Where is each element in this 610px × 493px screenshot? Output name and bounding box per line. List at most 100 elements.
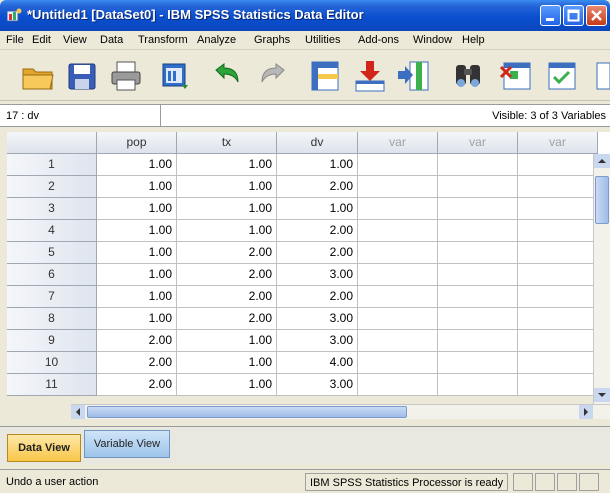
open-folder-icon[interactable]: [20, 59, 56, 93]
undo-icon[interactable]: [208, 59, 244, 93]
tab-variable-view[interactable]: Variable View: [84, 430, 170, 458]
cell-tx[interactable]: 2.00: [177, 308, 277, 330]
menu-view[interactable]: View: [63, 34, 87, 46]
cell-tx[interactable]: 1.00: [177, 154, 277, 176]
empty-cell[interactable]: [518, 176, 598, 198]
cell-pop[interactable]: 1.00: [97, 154, 177, 176]
empty-cell[interactable]: [358, 220, 438, 242]
row-header[interactable]: 4: [7, 220, 97, 242]
column-header-dv[interactable]: dv: [277, 132, 358, 154]
cell-pop[interactable]: 1.00: [97, 242, 177, 264]
cell-pop[interactable]: 2.00: [97, 352, 177, 374]
empty-cell[interactable]: [358, 286, 438, 308]
empty-cell[interactable]: [358, 198, 438, 220]
horizontal-scrollbar[interactable]: [71, 404, 610, 419]
cell-dv[interactable]: 2.00: [277, 286, 358, 308]
insert-cases-icon[interactable]: [352, 59, 388, 93]
goto-case-icon[interactable]: [306, 59, 342, 93]
empty-cell[interactable]: [518, 286, 598, 308]
cell-tx[interactable]: 1.00: [177, 330, 277, 352]
cell-dv[interactable]: 1.00: [277, 154, 358, 176]
menu-transform[interactable]: Transform: [138, 34, 188, 46]
row-header[interactable]: 10: [7, 352, 97, 374]
menu-data[interactable]: Data: [100, 34, 123, 46]
data-grid[interactable]: pop tx dv var var var 1 1.00 1.00 1.00 2 1.00 1.00 2.…: [7, 132, 610, 396]
cell-tx[interactable]: 1.00: [177, 374, 277, 396]
save-icon[interactable]: [64, 59, 100, 93]
empty-cell[interactable]: [438, 198, 518, 220]
corner-cell[interactable]: [7, 132, 97, 154]
empty-cell[interactable]: [518, 220, 598, 242]
empty-cell[interactable]: [518, 154, 598, 176]
column-header-tx[interactable]: tx: [177, 132, 277, 154]
row-header[interactable]: 11: [7, 374, 97, 396]
empty-cell[interactable]: [358, 176, 438, 198]
cell-tx[interactable]: 2.00: [177, 242, 277, 264]
find-icon[interactable]: [450, 59, 486, 93]
row-header[interactable]: 3: [7, 198, 97, 220]
empty-cell[interactable]: [358, 264, 438, 286]
column-header-var[interactable]: var: [518, 132, 598, 154]
row-header[interactable]: 8: [7, 308, 97, 330]
redo-icon[interactable]: [256, 59, 292, 93]
cell-dv[interactable]: 1.00: [277, 198, 358, 220]
cell-pop[interactable]: 1.00: [97, 220, 177, 242]
title-bar[interactable]: *Untitled1 [DataSet0] - IBM SPSS Statist…: [0, 0, 610, 31]
menu-graphs[interactable]: Graphs: [254, 34, 290, 46]
empty-cell[interactable]: [438, 220, 518, 242]
cell-dv[interactable]: 2.00: [277, 176, 358, 198]
cell-tx[interactable]: 2.00: [177, 286, 277, 308]
cell-pop[interactable]: 1.00: [97, 286, 177, 308]
cell-pop[interactable]: 1.00: [97, 198, 177, 220]
menu-addons[interactable]: Add-ons: [358, 34, 399, 46]
empty-cell[interactable]: [358, 308, 438, 330]
empty-cell[interactable]: [438, 330, 518, 352]
cell-tx[interactable]: 1.00: [177, 220, 277, 242]
menu-utilities[interactable]: Utilities: [305, 34, 340, 46]
cell-dv[interactable]: 2.00: [277, 220, 358, 242]
cell-tx[interactable]: 1.00: [177, 176, 277, 198]
minimize-button[interactable]: [540, 5, 561, 26]
menu-help[interactable]: Help: [462, 34, 485, 46]
empty-cell[interactable]: [518, 198, 598, 220]
empty-cell[interactable]: [358, 352, 438, 374]
empty-cell[interactable]: [518, 352, 598, 374]
cell-pop[interactable]: 1.00: [97, 264, 177, 286]
more-tools-icon[interactable]: [592, 59, 610, 93]
cell-pop[interactable]: 2.00: [97, 330, 177, 352]
vertical-scroll-thumb[interactable]: [595, 176, 609, 224]
empty-cell[interactable]: [438, 264, 518, 286]
empty-cell[interactable]: [438, 176, 518, 198]
row-header[interactable]: 6: [7, 264, 97, 286]
column-header-var[interactable]: var: [358, 132, 438, 154]
cell-dv[interactable]: 3.00: [277, 330, 358, 352]
empty-cell[interactable]: [518, 264, 598, 286]
empty-cell[interactable]: [518, 374, 598, 396]
empty-cell[interactable]: [518, 242, 598, 264]
row-header[interactable]: 9: [7, 330, 97, 352]
print-icon[interactable]: [108, 59, 144, 93]
maximize-button[interactable]: [563, 5, 584, 26]
menu-edit[interactable]: Edit: [32, 34, 51, 46]
menu-file[interactable]: File: [6, 34, 24, 46]
column-header-var[interactable]: var: [438, 132, 518, 154]
horizontal-scroll-thumb[interactable]: [87, 406, 407, 418]
cell-tx[interactable]: 2.00: [177, 264, 277, 286]
scroll-right-icon[interactable]: [579, 405, 593, 419]
tab-data-view[interactable]: Data View: [7, 434, 81, 462]
empty-cell[interactable]: [358, 330, 438, 352]
column-header-pop[interactable]: pop: [97, 132, 177, 154]
empty-cell[interactable]: [438, 242, 518, 264]
row-header[interactable]: 2: [7, 176, 97, 198]
dialog-recall-icon[interactable]: [158, 59, 194, 93]
close-button[interactable]: [586, 5, 607, 26]
empty-cell[interactable]: [358, 374, 438, 396]
insert-variable-icon[interactable]: [396, 59, 432, 93]
empty-cell[interactable]: [438, 286, 518, 308]
empty-cell[interactable]: [518, 330, 598, 352]
cell-dv[interactable]: 3.00: [277, 374, 358, 396]
split-file-icon[interactable]: [498, 59, 534, 93]
scroll-up-icon[interactable]: [594, 154, 610, 168]
empty-cell[interactable]: [438, 352, 518, 374]
cell-pop[interactable]: 1.00: [97, 176, 177, 198]
